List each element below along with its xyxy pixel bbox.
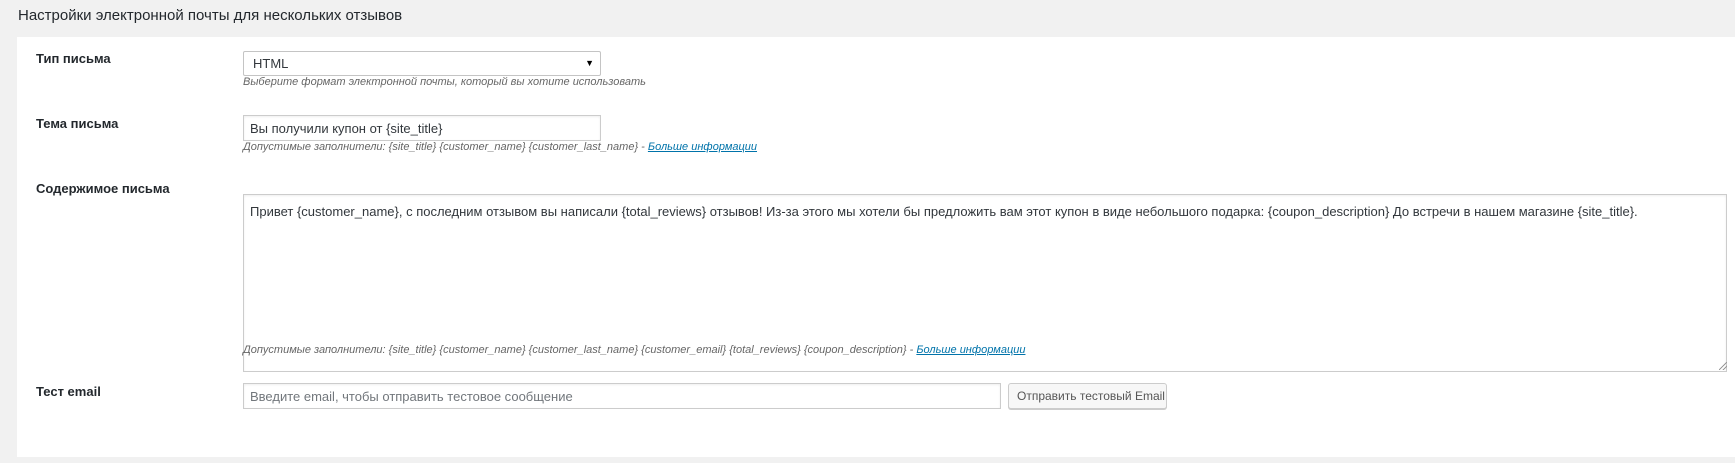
- email-content-label: Содержимое письма: [36, 181, 170, 196]
- test-email-label: Тест email: [36, 384, 101, 399]
- email-content-description: Допустимые заполнители: {site_title} {cu…: [243, 343, 1025, 357]
- email-subject-label: Тема письма: [36, 116, 119, 131]
- email-type-label: Тип письма: [36, 51, 111, 66]
- email-content-placeholders: Допустимые заполнители: {site_title} {cu…: [243, 344, 917, 356]
- email-subject-description: Допустимые заполнители: {site_title} {cu…: [243, 140, 757, 154]
- email-type-select[interactable]: HTML ▼: [243, 51, 601, 76]
- test-email-input[interactable]: [243, 383, 1001, 409]
- email-content-more-info-link[interactable]: Больше информации: [916, 344, 1025, 356]
- email-type-value: HTML: [253, 56, 289, 71]
- chevron-down-icon: ▼: [585, 58, 594, 68]
- section-title: Настройки электронной почты для нескольк…: [18, 7, 403, 24]
- resize-grip-icon[interactable]: [1719, 362, 1727, 370]
- settings-panel: Тип письма HTML ▼ Выберите формат электр…: [17, 37, 1735, 457]
- send-test-email-button[interactable]: Отправить тестовый Email: [1008, 383, 1167, 409]
- email-type-description: Выберите формат электронной почты, котор…: [243, 76, 646, 88]
- email-subject-more-info-link[interactable]: Больше информации: [648, 141, 757, 153]
- email-subject-input[interactable]: [243, 115, 601, 141]
- email-subject-placeholders: Допустимые заполнители: {site_title} {cu…: [243, 141, 648, 153]
